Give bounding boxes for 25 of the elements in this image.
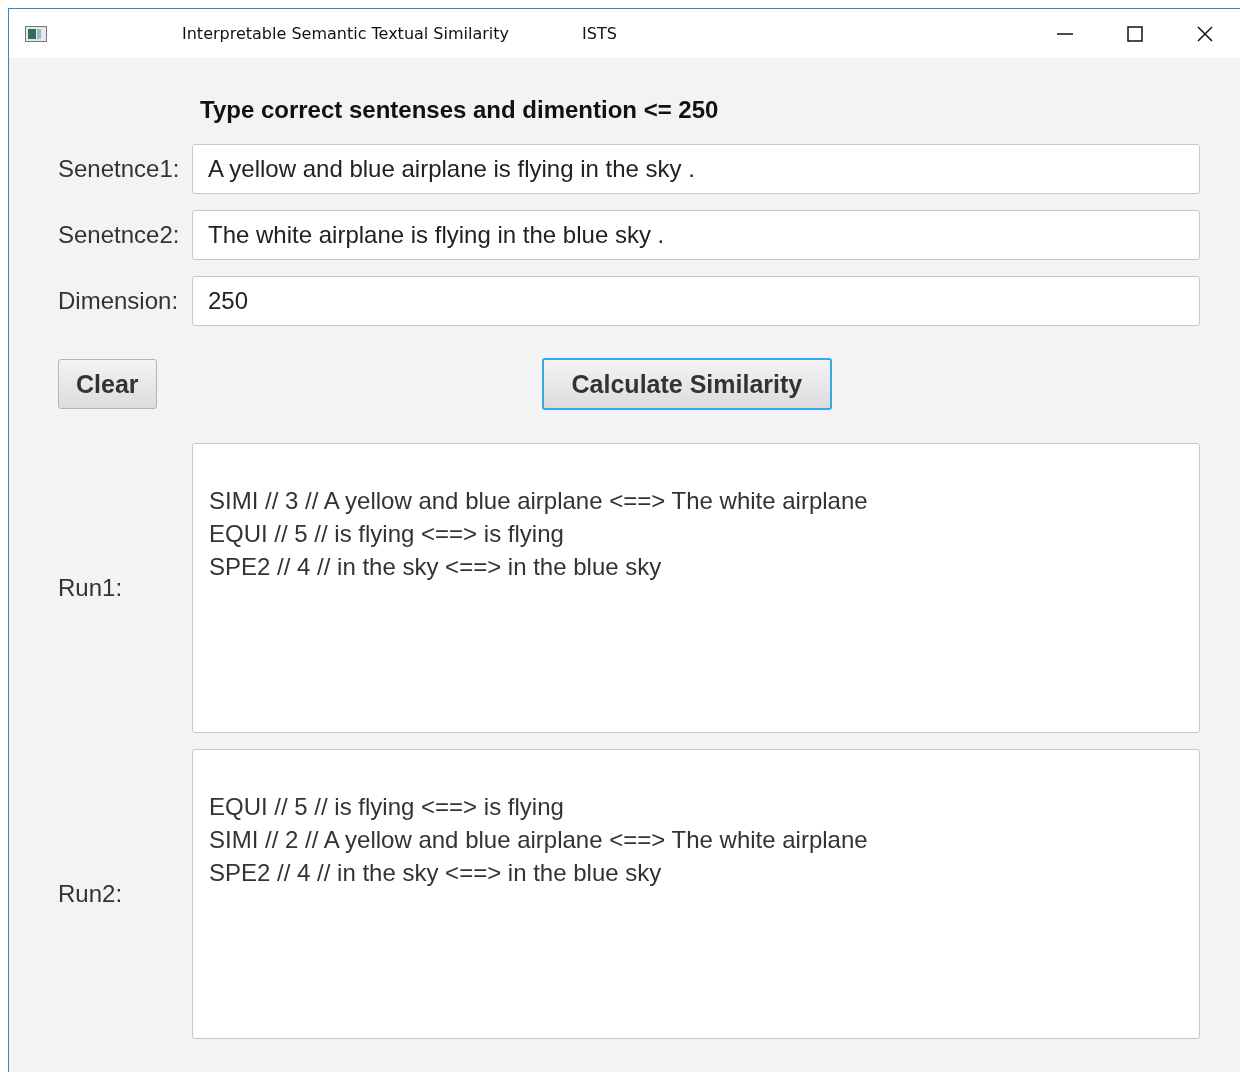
output-line: SIMI // 3 // A yellow and blue airplane <==> The white airplane — [209, 486, 869, 516]
input-field[interactable]: 250 — [192, 276, 1200, 326]
output-area[interactable]: EQUI // 5 // is flying <==> is flying SIMI // 2 // A yellow and blue airplane <==> The white airplane SPE2 // 4 // in the sky <==> in the blue sky — [192, 749, 1200, 1039]
output-line: SPE2 // 4 // in the sky <==> in the blue sky — [209, 552, 663, 582]
run-label: Run1: — [58, 574, 124, 602]
input-field[interactable]: A yellow and blue airplane is flying in the sky . — [192, 144, 1200, 194]
clear-button[interactable]: Clear — [58, 359, 157, 409]
app-icon — [25, 25, 47, 42]
output-line: SPE2 // 4 // in the sky <==> in the blue sky — [209, 858, 663, 888]
output-line: SIMI // 2 // A yellow and blue airplane <==> The white airplane — [209, 825, 869, 855]
minimize-icon — [1057, 32, 1073, 35]
field-label: Senetnce2: — [58, 221, 181, 249]
field-label: Dimension: — [58, 287, 180, 315]
maximize-icon — [1127, 25, 1143, 42]
output-line: EQUI // 5 // is flying <==> is flying — [209, 519, 565, 549]
input-field[interactable]: The white airplane is flying in the blue sky . — [192, 210, 1200, 260]
output-area[interactable]: SIMI // 3 // A yellow and blue airplane <==> The white airplane EQUI // 5 // is flying <==> is flying SPE2 // 4 // in the sky <==> in the blue sky — [192, 443, 1200, 733]
run-label: Run2: — [58, 880, 124, 908]
calculate-button[interactable]: Calculate Similarity — [541, 358, 833, 410]
field-label: Senetnce1: — [58, 155, 181, 183]
window-title: Interpretable Semantic Textual Similarity — [182, 24, 509, 43]
close-icon — [1197, 25, 1213, 42]
window-subtitle: ISTS — [582, 24, 617, 43]
output-line: EQUI // 5 // is flying <==> is flying — [209, 792, 565, 822]
instruction-heading: Type correct sentenses and dimention <= 250 — [200, 96, 720, 125]
